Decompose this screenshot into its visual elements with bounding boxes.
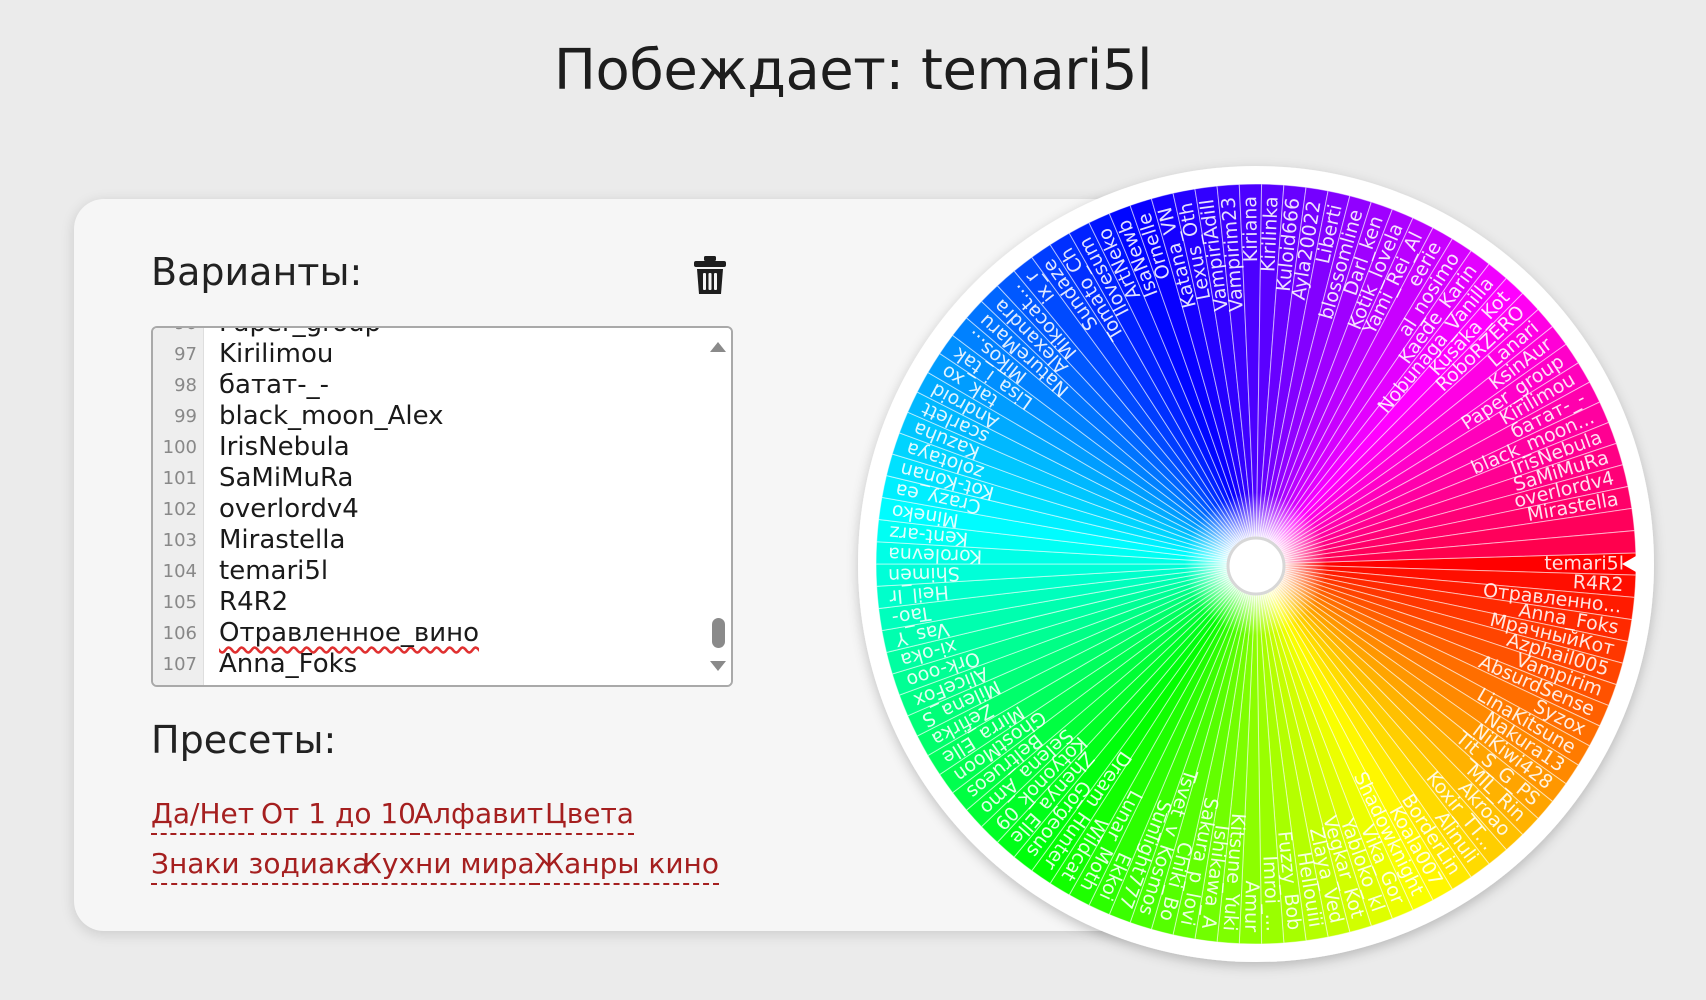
variant-text: SaMiMuRa — [219, 463, 354, 493]
variant-text: overlordv4 — [219, 494, 359, 524]
variant-text: батат-_- — [219, 370, 329, 400]
preset-cuisines[interactable]: Кухни мира — [362, 847, 535, 885]
line-number: 100 — [162, 437, 197, 458]
variant-text: R4R2 — [219, 587, 289, 617]
variant-text: black_moon_Alex — [219, 401, 444, 431]
variant-line[interactable]: 106 Отравленное_вино — [153, 618, 731, 649]
line-number: 101 — [162, 468, 197, 489]
variant-line[interactable]: 100 IrisNebula — [153, 432, 731, 463]
preset-alphabet[interactable]: Алфавит — [414, 797, 544, 835]
variant-line[interactable]: 105 R4R2 — [153, 587, 731, 618]
line-number: 106 — [162, 623, 197, 644]
variants-editor[interactable]: 96 Paper_group 97 Kirilimou 98 батат-_- … — [151, 326, 733, 687]
line-number: 96 — [153, 328, 197, 339]
variant-line[interactable]: 107 Anna_Foks — [153, 649, 731, 680]
preset-movie-genres[interactable]: Жанры кино — [534, 847, 719, 885]
line-number: 102 — [162, 499, 197, 520]
preset-colors[interactable]: Цвета — [545, 797, 634, 835]
editor-scrollbar[interactable] — [705, 328, 731, 685]
variant-text: Kirilimou — [219, 339, 334, 369]
presets-heading: Пресеты: — [151, 718, 337, 762]
variant-text: Anna_Foks — [219, 649, 358, 679]
line-number: 107 — [162, 654, 197, 675]
variant-text: Mirastella — [219, 525, 346, 555]
line-number: 97 — [174, 344, 197, 365]
variant-line[interactable]: 98 батат-_- — [153, 370, 731, 401]
variant-text: Paper_group — [219, 328, 381, 339]
variant-line[interactable]: 104 temari5l — [153, 556, 731, 587]
line-number: 98 — [174, 375, 197, 396]
variant-text: Отравленное_вино — [219, 618, 480, 648]
preset-zodiac[interactable]: Знаки зодиака — [151, 847, 370, 885]
trash-icon-glyph — [694, 256, 726, 294]
preset-yes-no[interactable]: Да/Нет — [151, 797, 255, 835]
variant-text: IrisNebula — [219, 432, 350, 462]
scroll-down-icon[interactable] — [710, 661, 726, 671]
variants-lines: 96 Paper_group 97 Kirilimou 98 батат-_- … — [153, 328, 731, 680]
trash-icon[interactable] — [690, 254, 730, 296]
line-number: 103 — [162, 530, 197, 551]
variant-line[interactable]: 96 Paper_group — [153, 328, 731, 339]
scroll-up-icon[interactable] — [710, 342, 726, 352]
variant-line[interactable]: 97 Kirilimou — [153, 339, 731, 370]
variant-line[interactable]: 102 overlordv4 — [153, 494, 731, 525]
line-number: 105 — [162, 592, 197, 613]
line-number: 99 — [174, 406, 197, 427]
variant-line[interactable]: 99 black_moon_Alex — [153, 401, 731, 432]
variant-text: temari5l — [219, 556, 329, 586]
line-number: 104 — [162, 561, 197, 582]
winner-title: Побеждает: temari5l — [553, 38, 1153, 103]
preset-one-to-ten[interactable]: От 1 до 10 — [261, 797, 416, 835]
scroll-thumb[interactable] — [712, 618, 725, 648]
wheel-graphic[interactable]: temari5lR4R2Отравленно...Anna_FoksМрачны… — [856, 164, 1656, 964]
variant-line[interactable]: 103 Mirastella — [153, 525, 731, 556]
prize-wheel[interactable]: temari5l R4R2 Отравленно... Anna_Foks Мрачны… — [856, 164, 1656, 964]
variants-heading: Варианты: — [151, 250, 363, 294]
variant-line[interactable]: 101 SaMiMuRa — [153, 463, 731, 494]
wheel-hub[interactable] — [1226, 536, 1286, 596]
